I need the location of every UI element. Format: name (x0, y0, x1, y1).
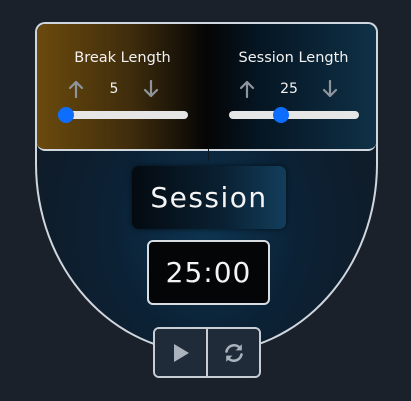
timer-mode-label: Session (132, 166, 286, 229)
refresh-icon (224, 343, 243, 362)
break-length-label: Break Length (74, 50, 171, 66)
play-icon (173, 343, 189, 362)
timer-controls (153, 327, 261, 378)
center-divider (208, 149, 209, 161)
arrow-down-icon (143, 79, 159, 98)
session-length-label: Session Length (238, 50, 349, 66)
break-length-value: 5 (109, 81, 119, 97)
session-length-slider[interactable] (229, 107, 359, 123)
start-stop-button[interactable] (155, 329, 206, 376)
break-increment-button[interactable] (67, 79, 85, 99)
clock-container: Break Length 5 Session Length 25 Session… (35, 22, 378, 354)
break-slider-thumb[interactable] (58, 107, 74, 123)
break-length-slider[interactable] (58, 107, 188, 123)
break-decrement-button[interactable] (142, 79, 160, 99)
break-panel: Break Length 5 (37, 24, 208, 149)
arrow-up-icon (68, 80, 84, 99)
session-slider-thumb[interactable] (273, 107, 289, 123)
session-decrement-button[interactable] (321, 79, 339, 99)
arrow-down-icon (322, 79, 338, 98)
session-increment-button[interactable] (238, 79, 256, 99)
time-left-display: 25:00 (147, 240, 270, 305)
length-controls: Break Length 5 Session Length 25 (37, 24, 376, 151)
session-length-value: 25 (280, 81, 298, 97)
pomodoro-clock-app: Break Length 5 Session Length 25 Session… (0, 0, 411, 401)
arrow-up-icon (239, 80, 255, 99)
reset-button[interactable] (206, 329, 259, 376)
session-panel: Session Length 25 (208, 24, 376, 149)
